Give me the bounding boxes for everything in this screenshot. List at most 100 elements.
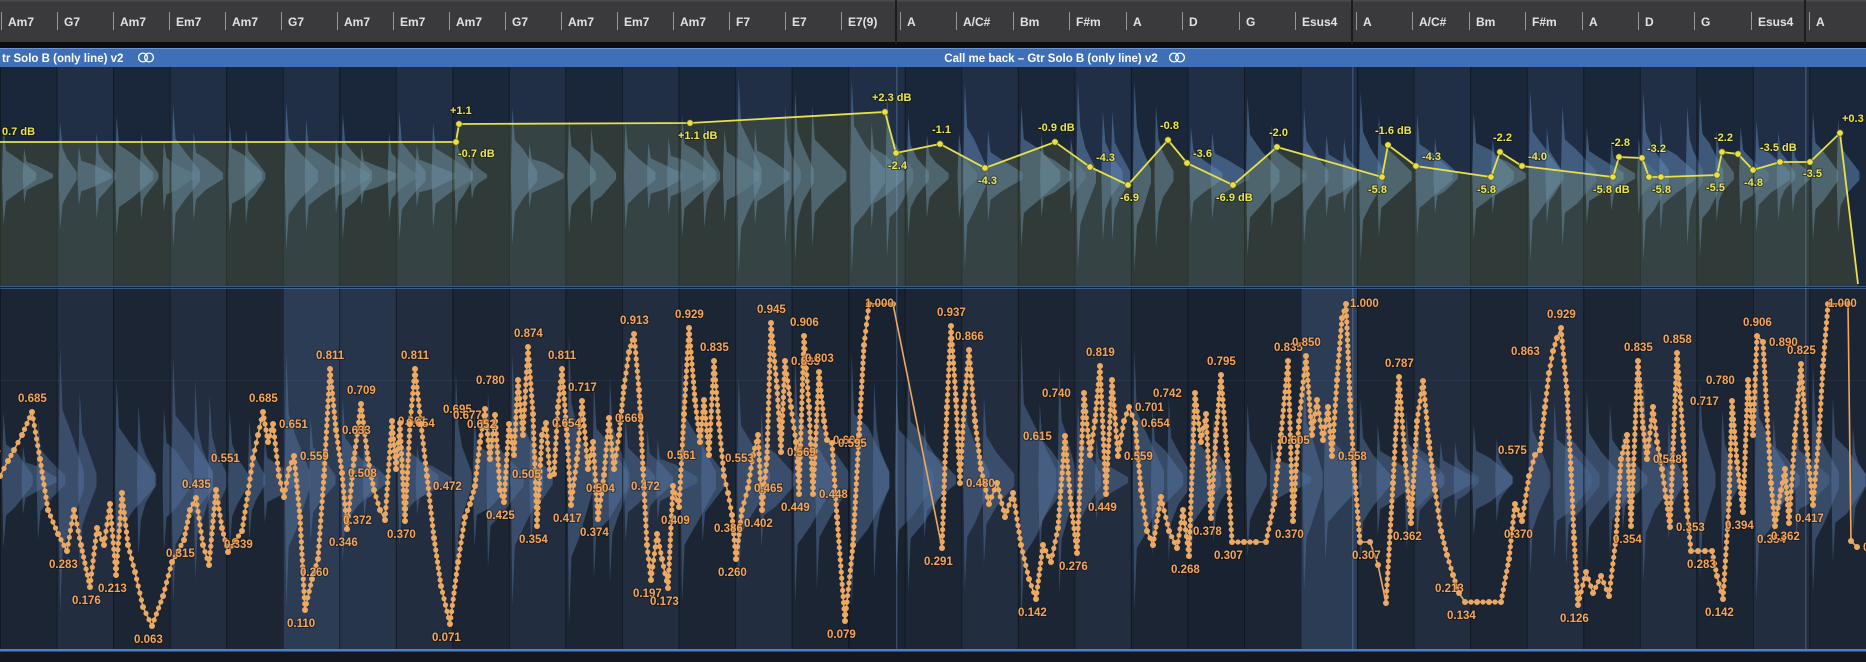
automation-point[interactable] — [1568, 466, 1574, 472]
automation-point[interactable] — [29, 409, 35, 415]
automation-point[interactable] — [1635, 358, 1641, 364]
chord-cell[interactable]: A — [1589, 15, 1598, 29]
automation-point[interactable] — [640, 466, 646, 472]
automation-point[interactable] — [654, 531, 660, 537]
automation-point[interactable] — [1749, 166, 1757, 174]
chord-cell[interactable]: Am7 — [680, 15, 706, 29]
automation-point[interactable] — [648, 577, 654, 583]
automation-point[interactable] — [810, 491, 816, 497]
chord-cell[interactable]: A — [907, 15, 916, 29]
automation-point[interactable] — [1702, 548, 1708, 554]
automation-point[interactable] — [1729, 398, 1735, 404]
automation-point[interactable] — [1198, 439, 1204, 445]
chord-cell[interactable]: Bm — [1020, 15, 1039, 29]
automation-point[interactable] — [501, 499, 507, 505]
automation-point[interactable] — [1092, 418, 1098, 424]
automation-point[interactable] — [816, 369, 822, 375]
automation-point[interactable] — [487, 456, 493, 462]
automation-point[interactable] — [1343, 301, 1349, 307]
automation-point[interactable] — [339, 470, 345, 476]
automation-point[interactable] — [206, 562, 212, 568]
automation-point[interactable] — [1680, 432, 1686, 438]
automation-point[interactable] — [1659, 466, 1665, 472]
automation-point[interactable] — [455, 120, 463, 128]
automation-point[interactable] — [87, 584, 93, 590]
automation-point[interactable] — [1384, 141, 1392, 149]
automation-point[interactable] — [579, 398, 585, 404]
automation-point[interactable] — [302, 607, 308, 613]
automation-point[interactable] — [389, 418, 395, 424]
automation-point[interactable] — [239, 528, 245, 534]
automation-point[interactable] — [1166, 528, 1172, 534]
automation-point[interactable] — [393, 466, 399, 472]
automation-point[interactable] — [543, 420, 549, 426]
automation-point[interactable] — [1164, 136, 1172, 144]
automation-point[interactable] — [1734, 150, 1742, 158]
automation-point[interactable] — [315, 556, 321, 562]
automation-point[interactable] — [321, 473, 327, 479]
automation-point[interactable] — [1526, 473, 1532, 479]
automation-point[interactable] — [961, 404, 967, 410]
automation-point[interactable] — [806, 404, 812, 410]
automation-point[interactable] — [1798, 361, 1804, 367]
automation-point[interactable] — [1320, 437, 1326, 443]
automation-point[interactable] — [1334, 377, 1340, 383]
automation-point[interactable] — [1018, 542, 1024, 548]
automation-point[interactable] — [160, 593, 166, 599]
automation-point[interactable] — [5, 458, 11, 464]
automation-point[interactable] — [462, 514, 468, 520]
automation-point[interactable] — [1383, 600, 1389, 606]
automation-point[interactable] — [721, 473, 727, 479]
chord-cell[interactable]: D — [1645, 15, 1654, 29]
automation-point[interactable] — [729, 512, 735, 518]
automation-point[interactable] — [101, 542, 107, 548]
automation-point[interactable] — [37, 456, 43, 462]
automation-point[interactable] — [1688, 548, 1694, 554]
automation-point[interactable] — [1115, 453, 1121, 459]
chord-cell[interactable]: Esus4 — [1758, 15, 1794, 29]
automation-point[interactable] — [801, 333, 807, 339]
automation-point[interactable] — [796, 491, 802, 497]
automation-point[interactable] — [1628, 523, 1634, 529]
automation-point[interactable] — [994, 480, 1000, 486]
automation-point[interactable] — [1367, 539, 1373, 545]
automation-point[interactable] — [981, 164, 989, 172]
chord-cell[interactable]: E7(9) — [848, 15, 877, 29]
automation-point[interactable] — [1496, 148, 1504, 156]
automation-point[interactable] — [697, 439, 703, 445]
chord-cell[interactable]: G7 — [512, 15, 528, 29]
chord-cell[interactable]: A — [1816, 15, 1825, 29]
automation-point[interactable] — [382, 517, 388, 523]
automation-point[interactable] — [181, 537, 187, 543]
automation-point[interactable] — [686, 119, 694, 127]
automation-point[interactable] — [782, 358, 788, 364]
automation-point[interactable] — [739, 507, 745, 513]
automation-point[interactable] — [1126, 404, 1132, 410]
automation-point[interactable] — [774, 384, 780, 390]
automation-point[interactable] — [270, 421, 276, 427]
automation-point[interactable] — [1450, 572, 1456, 578]
chord-cell[interactable]: Esus4 — [1302, 15, 1338, 29]
automation-point[interactable] — [219, 525, 225, 531]
automation-point[interactable] — [1498, 599, 1504, 605]
automation-point[interactable] — [407, 421, 413, 427]
automation-point[interactable] — [1271, 501, 1277, 507]
automation-point[interactable] — [621, 384, 627, 390]
automation-point[interactable] — [1432, 487, 1438, 493]
automation-point[interactable] — [644, 542, 650, 548]
automation-point[interactable] — [1836, 129, 1844, 137]
automation-point[interactable] — [250, 455, 256, 461]
automation-point[interactable] — [94, 525, 100, 531]
chord-cell[interactable]: E7 — [792, 15, 807, 29]
automation-point[interactable] — [1192, 390, 1198, 396]
automation-point[interactable] — [1109, 377, 1115, 383]
automation-point[interactable] — [1854, 544, 1860, 550]
automation-point[interactable] — [1103, 491, 1109, 497]
chord-cell[interactable]: G — [1246, 15, 1255, 29]
automation-point[interactable] — [506, 421, 512, 427]
automation-point[interactable] — [829, 440, 835, 446]
automation-point[interactable] — [1695, 548, 1701, 554]
automation-point[interactable] — [978, 466, 984, 472]
automation-point[interactable] — [595, 516, 601, 522]
automation-point[interactable] — [1229, 539, 1235, 545]
